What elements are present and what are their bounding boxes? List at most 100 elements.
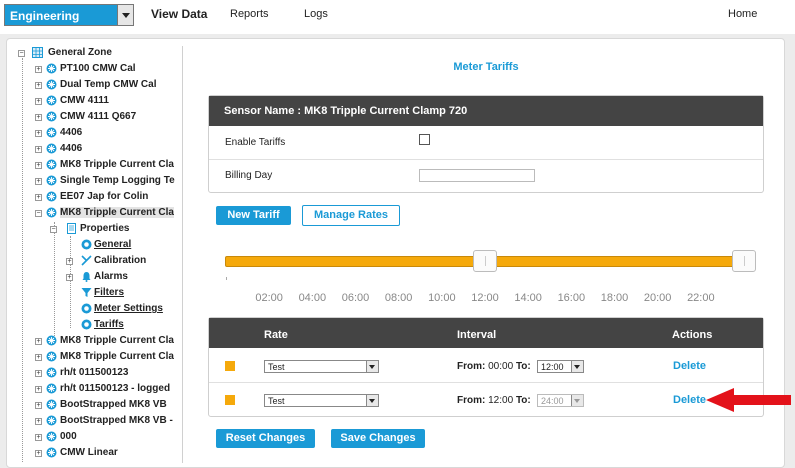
tree-node-label: Properties <box>80 223 130 234</box>
from-label: From: <box>457 395 486 406</box>
sensor-icon <box>46 383 57 394</box>
tree-node-sensor[interactable]: + MK8 Tripple Current Cla <box>10 334 180 349</box>
sensor-icon <box>46 351 57 362</box>
chevron-down-icon[interactable] <box>366 361 378 372</box>
tree-node-sensor[interactable]: + MK8 Tripple Current Cla <box>10 158 180 173</box>
expand-icon[interactable]: + <box>35 178 42 185</box>
slider-tick-label: 06:00 <box>341 292 370 304</box>
expand-icon[interactable]: + <box>35 114 42 121</box>
collapse-icon[interactable]: − <box>50 226 57 233</box>
expand-icon[interactable]: + <box>35 354 42 361</box>
expand-icon[interactable]: + <box>35 402 42 409</box>
tree-node-label: 4406 <box>60 127 83 138</box>
property-circle-icon <box>81 303 92 314</box>
tree-node-sensor[interactable]: + PT100 CMW Cal <box>10 62 180 77</box>
expand-icon[interactable]: + <box>35 82 42 89</box>
enable-tariffs-label: Enable Tariffs <box>225 137 286 148</box>
expand-icon[interactable]: + <box>35 386 42 393</box>
tree-node-sensor[interactable]: + rh/t 011500123 <box>10 366 180 381</box>
slider-tick-mark <box>226 277 227 280</box>
chevron-down-icon[interactable] <box>571 361 583 372</box>
tree-node-sensor[interactable]: + EE07 Jap for Colin <box>10 190 180 205</box>
chevron-down-icon[interactable] <box>366 395 378 406</box>
tree-node-sensor[interactable]: +000 <box>10 430 180 445</box>
expand-icon[interactable]: + <box>35 338 42 345</box>
page-title: Meter Tariffs <box>453 61 519 73</box>
tree-node-sensor[interactable]: +4406 <box>10 126 180 141</box>
tree-node-filters[interactable]: Filters <box>10 286 180 301</box>
tree-node-sensor[interactable]: + Dual Temp CMW Cal <box>10 78 180 93</box>
chevron-down-icon[interactable] <box>117 5 133 25</box>
delete-link[interactable]: Delete <box>673 394 706 406</box>
delete-link[interactable]: Delete <box>673 360 706 372</box>
expand-icon[interactable]: + <box>66 258 73 265</box>
billing-day-input[interactable] <box>419 169 535 182</box>
reset-changes-button[interactable]: Reset Changes <box>216 429 315 448</box>
column-header-rate: Rate <box>264 329 288 341</box>
tree-node-label: Alarms <box>94 271 128 282</box>
tree-node-sensor[interactable]: + MK8 Tripple Current Cla <box>10 350 180 365</box>
nav-home[interactable]: Home <box>728 8 757 20</box>
tree-node-meter-settings[interactable]: Meter Settings <box>10 302 180 317</box>
zone-grid-icon <box>32 47 43 58</box>
slider-tick-label: 18:00 <box>600 292 629 304</box>
tariff-table-header: Rate Interval Actions <box>209 318 763 348</box>
tree-node-sensor[interactable]: +4406 <box>10 142 180 157</box>
tree-node-tariffs[interactable]: Tariffs <box>10 318 180 333</box>
slider-tick-label: 22:00 <box>687 292 715 304</box>
tree-node-sensor[interactable]: + BootStrapped MK8 VB <box>10 398 180 413</box>
mode-select[interactable]: Engineering <box>4 4 134 26</box>
sensor-icon <box>46 111 57 122</box>
tree-node-properties[interactable]: − Properties <box>10 222 180 237</box>
expand-icon[interactable]: + <box>35 450 42 457</box>
nav-logs[interactable]: Logs <box>304 8 328 20</box>
expand-icon[interactable]: + <box>66 274 73 281</box>
slider-tick-label: 08:00 <box>384 292 413 304</box>
tree-node-root[interactable]: − General Zone <box>10 46 180 61</box>
nav-reports[interactable]: Reports <box>230 8 269 20</box>
tree-node-general[interactable]: General <box>10 238 180 253</box>
interval-text: From: 00:00 To: <box>457 361 531 372</box>
expand-icon[interactable]: + <box>35 162 42 169</box>
tree-node-sensor[interactable]: + BootStrapped MK8 VB - <box>10 414 180 429</box>
slider-handle-end[interactable] <box>732 250 756 272</box>
tree-node-sensor[interactable]: + CMW 4111 <box>10 94 180 109</box>
tree-node-label: MK8 Tripple Current Cla <box>60 335 174 346</box>
rate-select[interactable]: Test <box>264 360 379 373</box>
tree-node-sensor[interactable]: + CMW Linear <box>10 446 180 461</box>
sensor-icon <box>46 415 57 426</box>
slider-handle-start[interactable] <box>473 250 497 272</box>
rate-select[interactable]: Test <box>264 394 379 407</box>
tree-node-calibration[interactable]: + Calibration <box>10 254 180 269</box>
properties-document-icon <box>66 223 77 234</box>
collapse-icon[interactable]: − <box>35 210 42 217</box>
collapse-icon[interactable]: − <box>18 50 25 57</box>
tree-node-label: CMW Linear <box>60 447 118 458</box>
divider <box>209 382 763 383</box>
sensor-icon <box>46 159 57 170</box>
enable-tariffs-checkbox[interactable] <box>419 134 430 145</box>
expand-icon[interactable]: + <box>35 370 42 377</box>
interval-text: From: 12:00 To: <box>457 395 531 406</box>
new-tariff-button[interactable]: New Tariff <box>216 206 291 225</box>
tree-node-sensor[interactable]: − MK8 Tripple Current Cla <box>10 206 180 221</box>
tree-node-alarms[interactable]: + Alarms <box>10 270 180 285</box>
tree-node-sensor[interactable]: + CMW 4111 Q667 <box>10 110 180 125</box>
to-time-select[interactable]: 12:00 <box>537 360 584 373</box>
expand-icon[interactable]: + <box>35 194 42 201</box>
expand-icon[interactable]: + <box>35 146 42 153</box>
expand-icon[interactable]: + <box>35 434 42 441</box>
expand-icon[interactable]: + <box>35 130 42 137</box>
tree-node-sensor[interactable]: + rh/t 011500123 - logged <box>10 382 180 397</box>
tree-node-label: BootStrapped MK8 VB - <box>60 415 173 426</box>
expand-icon[interactable]: + <box>35 418 42 425</box>
property-circle-icon <box>81 319 92 330</box>
manage-rates-button[interactable]: Manage Rates <box>302 205 400 226</box>
sensor-card-header: Sensor Name : MK8 Tripple Current Clamp … <box>209 96 763 126</box>
tree-node-sensor[interactable]: + Single Temp Logging Te <box>10 174 180 189</box>
expand-icon[interactable]: + <box>35 66 42 73</box>
save-changes-button[interactable]: Save Changes <box>331 429 425 448</box>
to-label: To: <box>515 361 531 372</box>
nav-view-data[interactable]: View Data <box>151 7 207 21</box>
expand-icon[interactable]: + <box>35 98 42 105</box>
